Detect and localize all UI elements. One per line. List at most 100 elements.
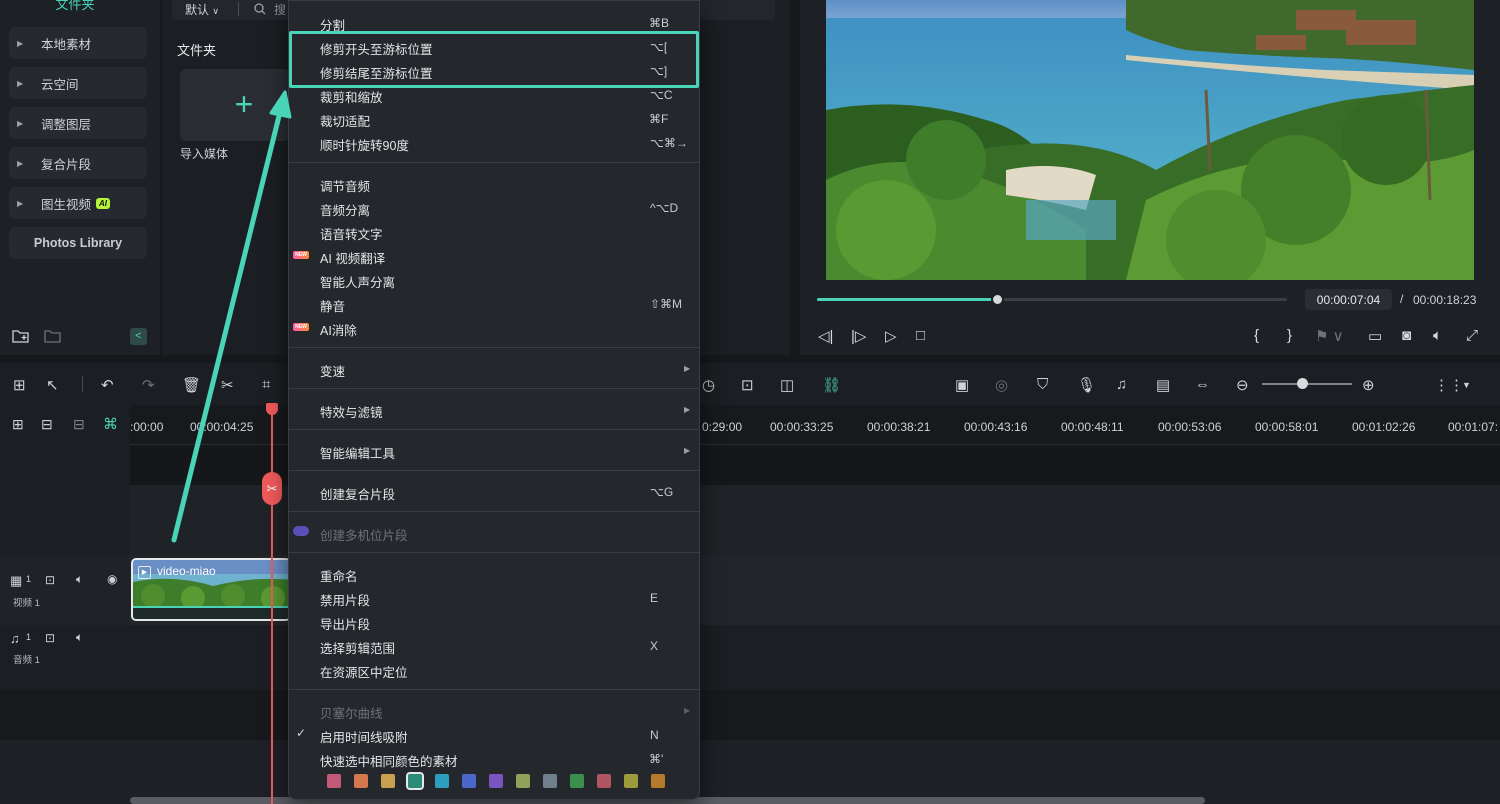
- play-icon[interactable]: ▷: [885, 327, 897, 345]
- color-swatch[interactable]: [597, 774, 611, 788]
- speed-timer-icon[interactable]: ◷: [702, 376, 715, 394]
- library-tab-folder[interactable]: 文件夹: [0, 0, 150, 13]
- menu-item-audio-detach[interactable]: 音频分离: [320, 200, 370, 219]
- menu-item-rotate[interactable]: 顺时针旋转90度: [320, 135, 409, 154]
- select-tool-icon[interactable]: ↖: [46, 376, 59, 394]
- color-swatch[interactable]: [462, 774, 476, 788]
- empty-track-lane: [0, 485, 1500, 555]
- menu-item-multicam[interactable]: 创建多机位片段: [320, 525, 408, 544]
- link-track-icon[interactable]: ⊟: [41, 416, 53, 433]
- playhead-handle[interactable]: [266, 403, 278, 415]
- stabilize-icon[interactable]: ◫: [780, 376, 794, 394]
- speaker-icon[interactable]: 🔈︎: [76, 572, 83, 587]
- fullscreen-icon[interactable]: ⤢: [1466, 327, 1478, 344]
- search-input[interactable]: 搜: [274, 1, 286, 18]
- track-manager-icon[interactable]: ⊟: [73, 416, 85, 433]
- lock-icon[interactable]: ⊡: [45, 631, 55, 645]
- shortcut-disable: E: [650, 591, 659, 605]
- zoom-in-icon[interactable]: ⊕: [1362, 376, 1375, 394]
- color-swatch[interactable]: [516, 774, 530, 788]
- sidebar-item-adjustment-layer[interactable]: ▶ 调整图层: [9, 107, 147, 139]
- snapshot-icon[interactable]: ◙: [1402, 327, 1411, 344]
- menu-item-rename[interactable]: 重命名: [320, 566, 358, 585]
- magnet-snap-icon[interactable]: ⌘: [103, 415, 118, 433]
- speaker-icon[interactable]: 🔈︎: [76, 630, 83, 645]
- marker-icon[interactable]: ⚑ ∨: [1315, 327, 1344, 345]
- menu-item-snap[interactable]: 启用时间线吸附: [320, 727, 408, 746]
- chevron-down-icon: ∨: [212, 6, 219, 16]
- expand-arrow-icon: ▶: [17, 198, 24, 208]
- menu-item-effects[interactable]: 特效与滤镜: [320, 402, 383, 421]
- scissors-icon[interactable]: ✂: [221, 376, 234, 394]
- microphone-icon[interactable]: 🎙︎: [1077, 376, 1096, 394]
- sidebar-item-compound-clip[interactable]: ▶ 复合片段: [9, 147, 147, 179]
- menu-item-select-same-color[interactable]: 快速选中相同颜色的素材: [320, 751, 458, 770]
- color-swatch[interactable]: [489, 774, 503, 788]
- eye-icon[interactable]: ◉: [107, 572, 117, 586]
- shield-icon[interactable]: ⛉: [1037, 376, 1048, 393]
- zoom-out-icon[interactable]: ⊖: [1236, 376, 1249, 394]
- lock-icon[interactable]: ⊡: [45, 573, 55, 587]
- color-swatch[interactable]: [570, 774, 584, 788]
- crop-icon[interactable]: ⌗: [262, 376, 270, 393]
- color-swatch[interactable]: [406, 772, 424, 790]
- playback-scrubber-handle[interactable]: [991, 293, 1004, 306]
- link-icon[interactable]: ⛓︎: [822, 376, 841, 394]
- menu-item-smart-edit[interactable]: 智能编辑工具: [320, 443, 395, 462]
- color-swatch[interactable]: [327, 774, 341, 788]
- menu-item-speed[interactable]: 变速: [320, 361, 345, 380]
- color-swatch[interactable]: [624, 774, 638, 788]
- color-swatch[interactable]: [435, 774, 449, 788]
- expand-arrow-icon: ▶: [17, 38, 24, 48]
- remove-folder-icon[interactable]: [44, 328, 62, 344]
- screen-record-icon[interactable]: ▤: [1156, 376, 1170, 394]
- menu-item-select-range[interactable]: 选择剪辑范围: [320, 638, 395, 657]
- color-swatch[interactable]: [381, 774, 395, 788]
- display-icon[interactable]: ▭: [1368, 327, 1382, 345]
- add-track-icon[interactable]: ⊞: [12, 416, 24, 433]
- mark-in-icon[interactable]: {: [1254, 327, 1259, 344]
- redo-icon[interactable]: ↷: [142, 376, 155, 394]
- track-view-icon[interactable]: ⋮⋮: [1434, 376, 1464, 394]
- menu-item-ai-translate[interactable]: AI 视频翻译: [320, 248, 385, 267]
- menu-item-crop-fit[interactable]: 裁切适配: [320, 111, 370, 130]
- menu-item-adjust-audio[interactable]: 调节音频: [320, 176, 370, 195]
- delete-icon[interactable]: 🗑︎: [182, 376, 201, 394]
- new-folder-icon[interactable]: [12, 328, 30, 344]
- audio-stretch-icon[interactable]: ♫: [1116, 376, 1127, 393]
- menu-item-ai-remove[interactable]: AI消除: [320, 320, 357, 339]
- ai-camera-icon[interactable]: ▣: [955, 376, 969, 394]
- previous-frame-icon[interactable]: ◁|: [818, 327, 833, 345]
- menu-item-disable[interactable]: 禁用片段: [320, 590, 370, 609]
- menu-item-crop-zoom[interactable]: 裁剪和缩放: [320, 87, 383, 106]
- menu-item-vocal-separation[interactable]: 智能人声分离: [320, 272, 395, 291]
- sidebar-item-local-media[interactable]: ▶ 本地素材: [9, 27, 147, 59]
- color-swatch[interactable]: [354, 774, 368, 788]
- sort-dropdown[interactable]: 默认 ∨: [185, 1, 219, 18]
- playhead-line[interactable]: [271, 405, 273, 804]
- render-icon[interactable]: ◎: [995, 376, 1008, 394]
- menu-item-speech-to-text[interactable]: 语音转文字: [320, 224, 383, 243]
- photos-library-button[interactable]: Photos Library: [9, 227, 147, 259]
- sidebar-item-cloud[interactable]: ▶ 云空间: [9, 67, 147, 99]
- chevron-down-icon[interactable]: ▼: [1462, 380, 1471, 390]
- menu-item-export-clip[interactable]: 导出片段: [320, 614, 370, 633]
- fit-timeline-icon[interactable]: ⇔: [1195, 376, 1210, 393]
- collapse-panel-icon[interactable]: <: [130, 328, 147, 345]
- menu-item-mute[interactable]: 静音: [320, 296, 345, 315]
- stop-icon[interactable]: □: [916, 327, 925, 344]
- mark-out-icon[interactable]: }: [1287, 327, 1292, 344]
- menu-item-locate[interactable]: 在资源区中定位: [320, 662, 408, 681]
- menu-item-bezier[interactable]: 贝塞尔曲线: [320, 703, 383, 722]
- auto-reframe-icon[interactable]: ⊡: [741, 376, 754, 394]
- menu-item-compound[interactable]: 创建复合片段: [320, 484, 395, 503]
- color-swatch[interactable]: [543, 774, 557, 788]
- playhead-split-icon[interactable]: ✂: [262, 472, 282, 505]
- volume-icon[interactable]: 🔈︎: [1433, 327, 1442, 344]
- layout-icon[interactable]: ⊞: [13, 376, 26, 394]
- next-frame-icon[interactable]: |▷: [851, 327, 866, 345]
- zoom-slider-handle[interactable]: [1297, 378, 1308, 389]
- undo-icon[interactable]: ↶: [101, 376, 114, 394]
- color-swatch[interactable]: [651, 774, 665, 788]
- sidebar-item-image-to-video[interactable]: ▶ 图生视频 AI: [9, 187, 147, 219]
